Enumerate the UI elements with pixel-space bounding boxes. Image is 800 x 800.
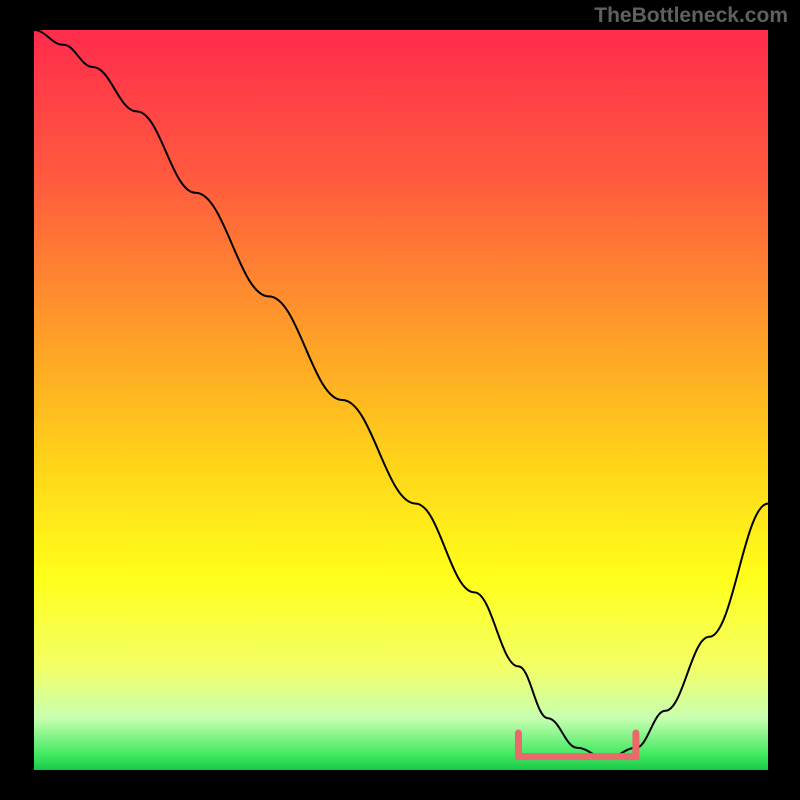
chart-svg bbox=[34, 30, 768, 770]
chart-plot-area bbox=[34, 30, 768, 770]
gradient-background bbox=[34, 30, 768, 770]
attribution-text: TheBottleneck.com bbox=[594, 4, 788, 28]
